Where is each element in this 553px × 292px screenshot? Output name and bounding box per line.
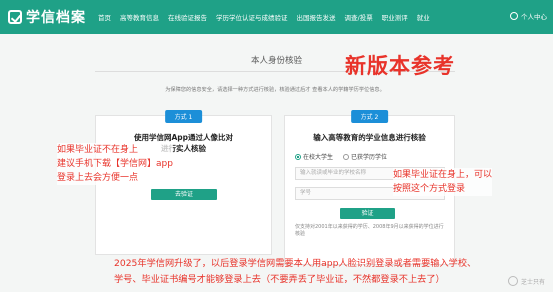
user-center-link[interactable]: 个人中心: [510, 11, 547, 21]
logo-check-icon: [8, 10, 22, 24]
nav-item-home[interactable]: 首页: [98, 12, 111, 22]
method-2-title: 输入高等教育的学业信息进行核验: [313, 133, 426, 142]
student-status-radio-group: 在校大学生 已获学历学位: [295, 152, 397, 161]
annotation-bottom-line-2: 学号、毕业证书编号才能够登录上去（不要弄丢了毕业证，不然都登录不上去了）: [114, 274, 445, 285]
site-logo[interactable]: 学信档案: [8, 7, 86, 27]
method-1-badge: 方式 1: [164, 110, 203, 123]
top-navigation-bar: 学信档案 首页 高等教育信息 在线验证报告 学历学位认证与成绩验证 出国报告发送…: [0, 0, 553, 34]
main-nav: 首页 高等教育信息 在线验证报告 学历学位认证与成绩验证 出国报告发送 调查/投…: [98, 12, 439, 22]
nav-item-overseas-report[interactable]: 出国报告发送: [297, 12, 336, 22]
method-2-badge: 方式 2: [350, 110, 389, 123]
method-1-title-line-1: 使用学信网App通过人像比对: [133, 133, 234, 142]
go-verify-button[interactable]: 去验证: [151, 189, 217, 200]
annotation-left-line-1: 如果毕业证不在身上: [57, 145, 139, 155]
nav-item-survey-vote[interactable]: 调查/投票: [345, 12, 373, 22]
annotation-right-line-1: 如果毕业证在身上，可以: [393, 170, 493, 180]
nav-item-online-verification-report[interactable]: 在线验证报告: [168, 12, 207, 22]
nav-item-career-assessment[interactable]: 职业测评: [382, 12, 408, 22]
radio-graduated[interactable]: [343, 153, 350, 160]
annotation-left: 如果毕业证不在身上 建议手机下载【学信网】app 登录上去会方便一点: [57, 143, 173, 185]
annotation-bottom-line-1: 2025年学信网升级了，以后登录学信网需要本人用app人脸识别登录或者需要输入学…: [114, 258, 477, 269]
new-version-stamp: 新版本参考: [345, 54, 455, 78]
watermark-icon: [507, 276, 518, 286]
verification-hint: 仅支持对2001年以来获得的学历、2008年9月以来获得的学位进行核验: [295, 224, 444, 237]
annotation-left-line-3: 登录上去会方便一点: [57, 173, 139, 183]
logo-text: 学信档案: [26, 10, 86, 26]
page: 学信档案 首页 高等教育信息 在线验证报告 学历学位认证与成绩验证 出国报告发送…: [0, 0, 553, 292]
radio-graduated-label[interactable]: 已获学历学位: [351, 152, 387, 161]
verify-button[interactable]: 验证: [340, 208, 395, 219]
nav-item-employment[interactable]: 就业: [417, 12, 430, 22]
radio-current-student[interactable]: [295, 153, 301, 160]
nav-item-degree-certification[interactable]: 学历学位认证与成绩验证: [216, 12, 288, 22]
annotation-right: 如果毕业证在身上，可以 按照这个方式登录: [393, 168, 493, 196]
annotation-bottom: 2025年学信网升级了，以后登录学信网需要本人用app人脸识别登录或者需要输入学…: [114, 256, 476, 288]
security-notice: 为保障您的信息安全，请选择一种方式进行核验，核验通过后才 查看本人的学籍学历学位…: [165, 87, 385, 93]
nav-item-higher-education-info[interactable]: 高等教育信息: [120, 12, 159, 22]
user-icon: [510, 12, 518, 20]
annotation-left-line-2: 建议手机下载【学信网】app: [57, 159, 173, 169]
watermark: 芝士只有: [507, 276, 545, 286]
page-title: 本人身份核验: [250, 56, 302, 66]
annotation-right-line-2: 按照这个方式登录: [393, 184, 466, 194]
radio-current-student-label[interactable]: 在校大学生: [303, 152, 333, 161]
watermark-text: 芝士只有: [520, 278, 545, 286]
method-1-card: 方式 1 使用学信网App通过人像比对 进行实人核验 去验证: [95, 110, 272, 255]
user-center-label: 个人中心: [521, 13, 547, 21]
